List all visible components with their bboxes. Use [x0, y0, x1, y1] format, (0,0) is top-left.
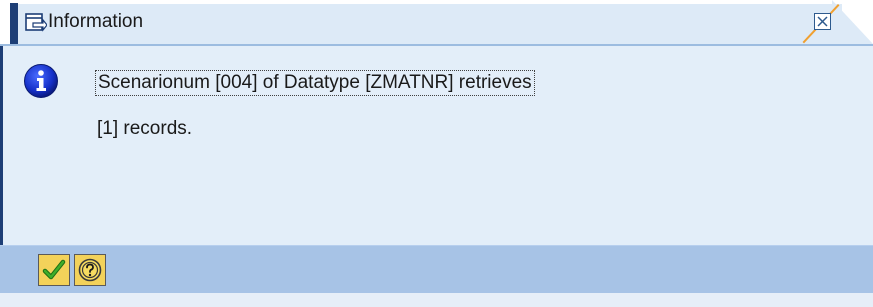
confirm-button[interactable] — [38, 254, 70, 286]
dialog-title: Information — [48, 11, 144, 32]
message-text-line-2: [1] records. — [97, 118, 193, 139]
title-accent-bar — [10, 3, 18, 46]
help-button[interactable] — [74, 254, 106, 286]
message-text-line-1: Scenarionum [004] of Datatype [ZMATNR] r… — [95, 70, 535, 96]
info-icon — [23, 63, 59, 99]
close-button[interactable] — [814, 13, 831, 30]
dialog-toolbar — [0, 245, 873, 294]
title-bar-divider — [0, 44, 873, 46]
dialog-window-icon — [25, 13, 48, 33]
information-dialog: Information Scenarionum [004] of Datatyp… — [0, 0, 873, 307]
dialog-bottom-strip — [0, 293, 873, 307]
title-bar: Information — [0, 0, 873, 46]
